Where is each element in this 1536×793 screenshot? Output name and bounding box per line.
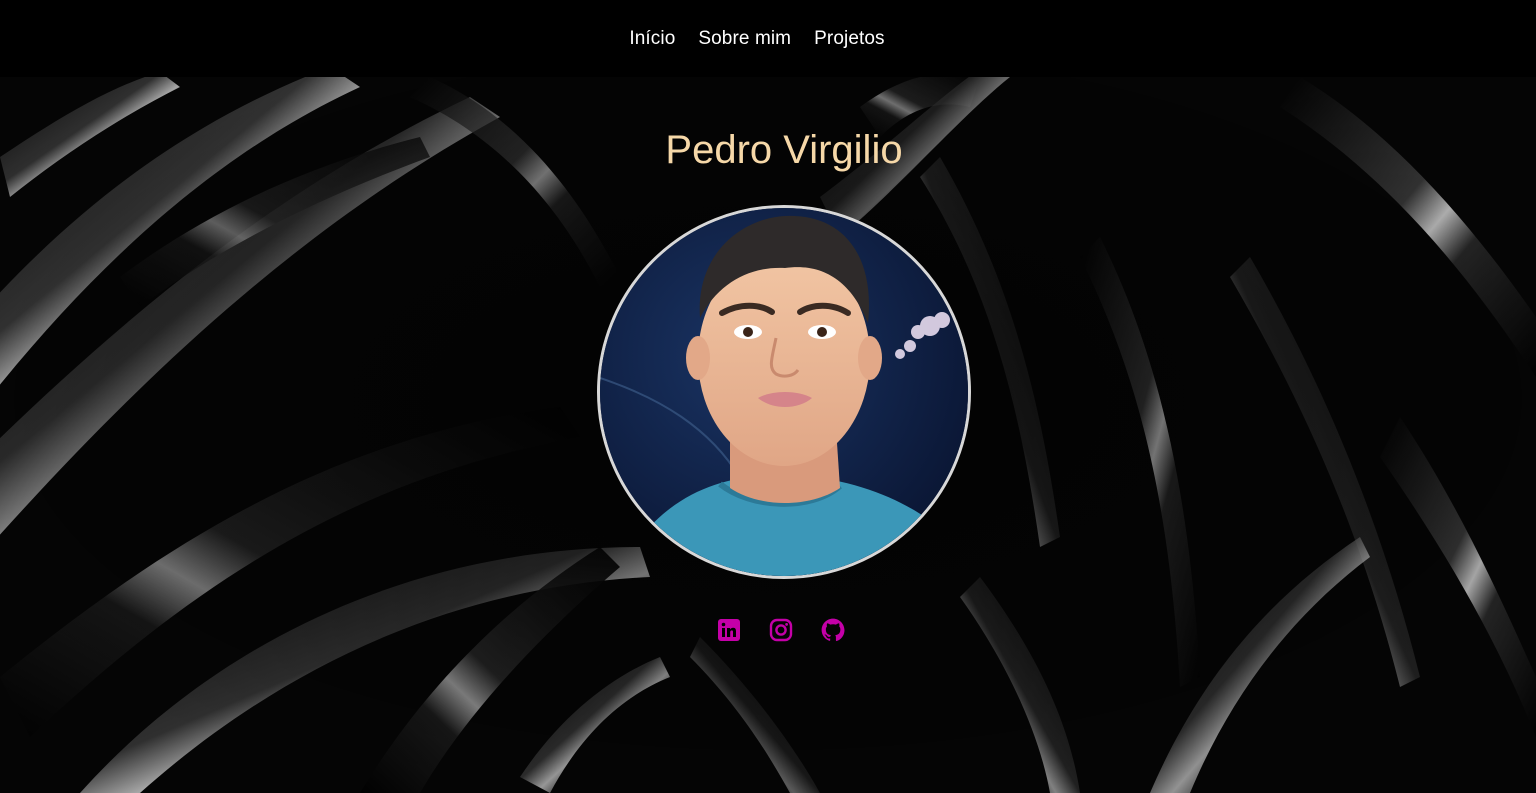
nav-link-projetos[interactable]: Projetos — [814, 28, 885, 49]
page: Início Sobre mim Projetos Pedro Virgilio — [0, 0, 1536, 793]
nav-list: Início Sobre mim Projetos — [629, 28, 884, 50]
top-navbar: Início Sobre mim Projetos — [0, 0, 1536, 77]
nav-link-inicio[interactable]: Início — [629, 28, 675, 49]
github-link[interactable] — [820, 614, 846, 646]
instagram-link[interactable] — [768, 614, 794, 646]
instagram-icon — [769, 618, 793, 642]
nav-link-sobre-mim[interactable]: Sobre mim — [698, 28, 791, 49]
page-title: Pedro Virgilio — [665, 128, 903, 172]
social-links — [716, 614, 846, 646]
avatar-illustration — [600, 208, 968, 576]
nav-item-inicio: Início — [629, 28, 675, 50]
avatar — [597, 205, 971, 579]
linkedin-icon — [718, 619, 740, 641]
linkedin-link[interactable] — [716, 614, 742, 646]
nav-item-sobre-mim: Sobre mim — [698, 28, 791, 50]
nav-item-projetos: Projetos — [814, 28, 885, 50]
github-icon — [821, 618, 845, 642]
hero-content: Pedro Virgilio — [0, 0, 1536, 793]
